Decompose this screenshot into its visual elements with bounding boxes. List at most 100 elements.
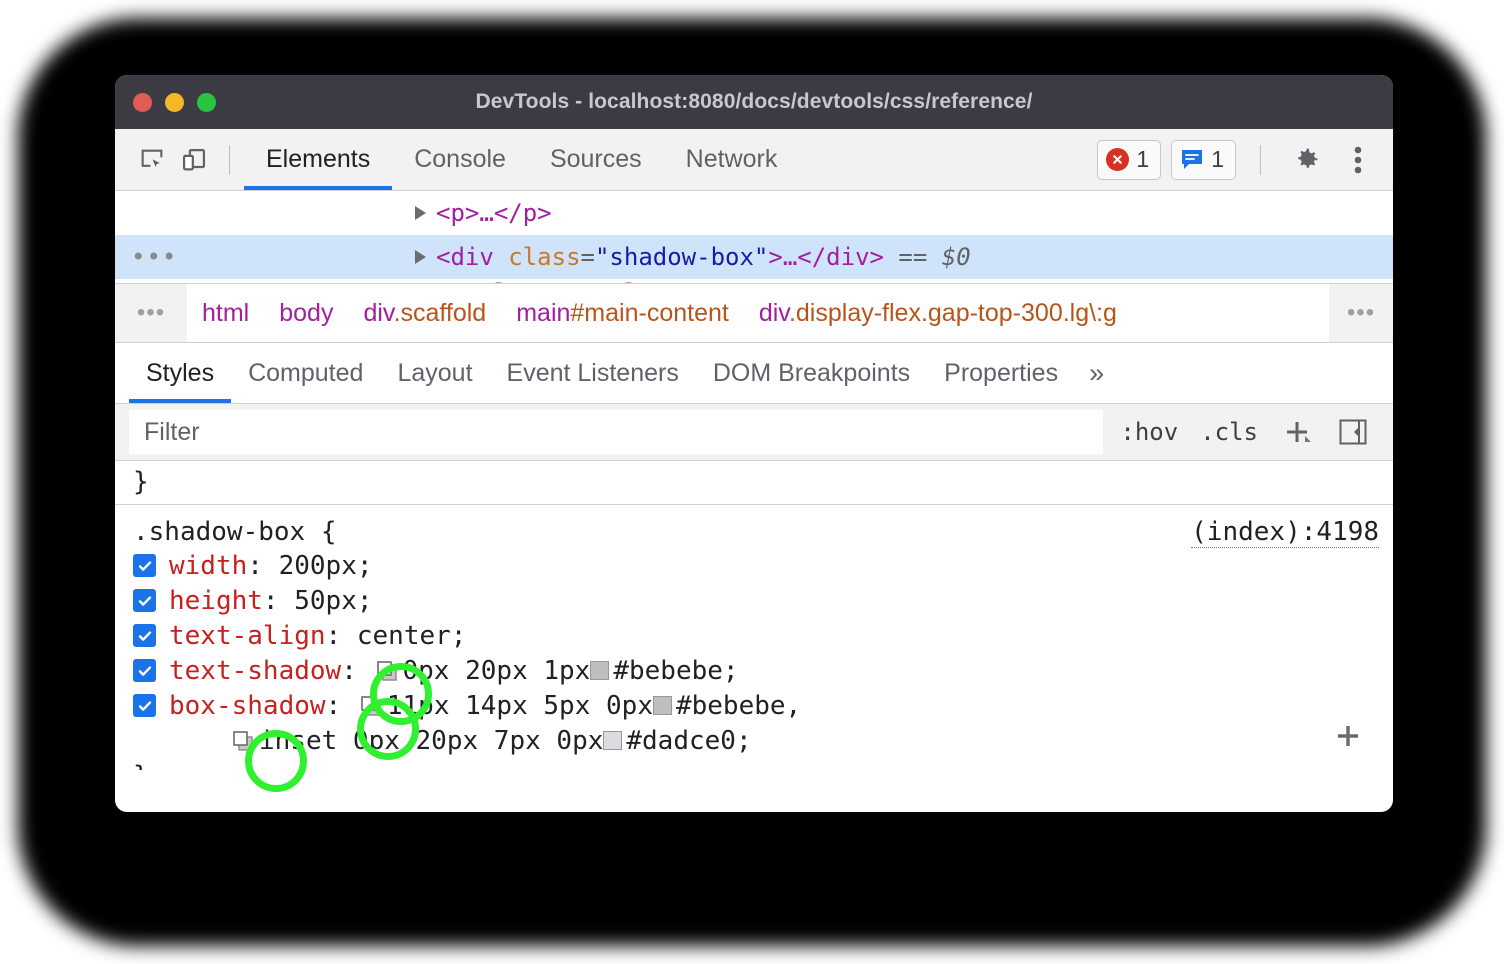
breadcrumb-item-div-display-flex[interactable]: div.display-flex.gap-top-300.lg\:g xyxy=(744,299,1132,328)
color-swatch[interactable] xyxy=(603,731,622,750)
declaration-checkbox[interactable] xyxy=(133,659,156,682)
breadcrumb-item-main-content[interactable]: main#main-content xyxy=(501,299,744,328)
declaration-property[interactable]: height xyxy=(169,586,263,616)
styles-filter-bar: Filter :hov .cls xyxy=(115,404,1393,461)
dom-row-markup: <div class="shadow-box">…</div> == $0 xyxy=(436,243,971,271)
search-input[interactable]: Filter xyxy=(129,410,1103,454)
declaration-height[interactable]: height: 50px; xyxy=(115,583,1393,618)
declaration-value[interactable]: 200px; xyxy=(279,551,373,581)
tab-event-listeners[interactable]: Event Listeners xyxy=(490,343,696,403)
declaration-color-value[interactable]: #bebebe, xyxy=(676,691,801,721)
breadcrumb-tag: body xyxy=(279,299,333,327)
declaration-width[interactable]: width: 200px; xyxy=(115,548,1393,583)
panel-tab-list: Elements Console Sources Network xyxy=(244,129,799,190)
breadcrumb-tag: div xyxy=(759,299,789,327)
declaration-checkbox[interactable] xyxy=(133,694,156,717)
message-icon xyxy=(1180,149,1204,170)
tab-network[interactable]: Network xyxy=(664,129,800,190)
declaration-checkbox[interactable] xyxy=(133,624,156,647)
declaration-checkbox[interactable] xyxy=(133,554,156,577)
gear-icon[interactable] xyxy=(1285,139,1327,181)
screenshot-stage: DevTools - localhost:8080/docs/devtools/… xyxy=(0,0,1504,964)
breadcrumb-overflow-right[interactable]: ••• xyxy=(1329,284,1393,342)
tab-properties[interactable]: Properties xyxy=(927,343,1075,403)
shadow-editor-icon[interactable] xyxy=(359,694,383,718)
inspect-element-icon[interactable] xyxy=(131,139,173,181)
tab-sources[interactable]: Sources xyxy=(528,129,664,190)
declaration-value-text[interactable]: inset 0px 20px 7px 0px xyxy=(259,726,603,756)
devtools-window: DevTools - localhost:8080/docs/devtools/… xyxy=(115,75,1393,812)
message-counter-button[interactable]: 1 xyxy=(1171,140,1236,180)
declaration-checkbox[interactable] xyxy=(133,589,156,612)
color-swatch[interactable] xyxy=(653,696,672,715)
declaration-box-shadow[interactable]: box-shadow: 11px 14px 5px 0px #bebebe, xyxy=(115,688,1393,723)
expand-triangle-icon[interactable] xyxy=(415,250,426,264)
rule-selector[interactable]: .shadow-box { xyxy=(133,517,337,547)
traffic-light-buttons xyxy=(133,75,216,129)
breadcrumb-overflow-left[interactable]: ••• xyxy=(115,284,187,342)
maximize-window-button[interactable] xyxy=(197,93,216,112)
declaration-value[interactable]: 50px; xyxy=(294,586,372,616)
tab-event-listeners-label: Event Listeners xyxy=(507,359,679,388)
error-count: 1 xyxy=(1136,146,1149,173)
rule-origin-link[interactable]: (index):4198 xyxy=(1191,517,1379,548)
declaration-property[interactable]: text-shadow xyxy=(169,656,341,686)
breadcrumb-selector: .display-flex.gap-top-300.lg\:g xyxy=(789,299,1117,327)
breadcrumb-tag: main xyxy=(516,299,570,327)
error-counter-button[interactable]: 1 xyxy=(1097,140,1161,180)
toolbar-divider xyxy=(229,145,230,175)
toggle-hover-state-button[interactable]: :hov xyxy=(1109,418,1189,446)
error-icon xyxy=(1106,148,1129,171)
breadcrumb-item-html[interactable]: html xyxy=(187,299,264,328)
styles-rules-pane[interactable]: } .shadow-box { (index):4198 width: 200p… xyxy=(115,461,1393,770)
plus-icon[interactable] xyxy=(1269,415,1325,449)
shadow-editor-icon[interactable] xyxy=(231,729,255,753)
add-property-icon[interactable] xyxy=(1331,719,1365,760)
tab-computed[interactable]: Computed xyxy=(231,343,380,403)
shadow-editor-icon[interactable] xyxy=(375,659,399,683)
toggle-sidebar-icon[interactable] xyxy=(1325,415,1381,449)
minimize-window-button[interactable] xyxy=(165,93,184,112)
breadcrumb-selector: #main-content xyxy=(570,299,728,327)
search-input-placeholder: Filter xyxy=(144,418,200,447)
breadcrumb-item-body[interactable]: body xyxy=(264,299,348,328)
filter-actions: :hov .cls xyxy=(1103,415,1393,449)
tab-styles[interactable]: Styles xyxy=(129,343,231,403)
more-tabs-icon[interactable]: » xyxy=(1075,358,1118,389)
tab-elements[interactable]: Elements xyxy=(244,129,392,190)
tab-dom-breakpoints[interactable]: DOM Breakpoints xyxy=(696,343,927,403)
declaration-value[interactable]: center; xyxy=(357,621,467,651)
dom-row-p[interactable]: <p>…</p> xyxy=(115,191,1393,235)
declaration-box-shadow-second-layer[interactable]: inset 0px 20px 7px 0px #dadce0; xyxy=(115,723,1393,758)
dom-row-content: <p>…</p> xyxy=(115,199,552,227)
dom-row-markup: <p>…</p> xyxy=(436,199,552,227)
declaration-property[interactable]: width xyxy=(169,551,247,581)
declaration-text-shadow[interactable]: text-shadow: 0px 20px 1px #bebebe; xyxy=(115,653,1393,688)
declaration-value-text[interactable]: 11px 14px 5px 0px xyxy=(387,691,653,721)
dom-tree[interactable]: <p>…</p> ••• <div class="shadow-box">…</… xyxy=(115,191,1393,283)
more-vertical-icon[interactable] xyxy=(1337,139,1379,181)
dom-row-shadow-box[interactable]: ••• <div class="shadow-box">…</div> == $… xyxy=(115,235,1393,279)
dom-row-overflow-dots[interactable]: ••• xyxy=(131,245,177,269)
tab-properties-label: Properties xyxy=(944,359,1058,388)
declaration-property[interactable]: text-align xyxy=(169,621,326,651)
toggle-element-classes-button[interactable]: .cls xyxy=(1189,418,1269,446)
toolbar-right-group: 1 1 xyxy=(1097,139,1379,181)
toolbar-divider-right xyxy=(1260,145,1261,175)
hov-label: :hov xyxy=(1120,418,1178,446)
declaration-color-value[interactable]: #dadce0; xyxy=(626,726,751,756)
close-window-button[interactable] xyxy=(133,93,152,112)
tab-console[interactable]: Console xyxy=(392,129,528,190)
css-rule-shadow-box: .shadow-box { (index):4198 width: 200px;… xyxy=(115,505,1393,770)
declaration-text-align[interactable]: text-align: center; xyxy=(115,618,1393,653)
declaration-property[interactable]: box-shadow xyxy=(169,691,326,721)
breadcrumb-tag: html xyxy=(202,299,249,327)
device-toolbar-icon[interactable] xyxy=(173,139,215,181)
tab-layout[interactable]: Layout xyxy=(380,343,489,403)
tab-layout-label: Layout xyxy=(397,359,472,388)
declaration-color-value[interactable]: #bebebe; xyxy=(613,656,738,686)
color-swatch[interactable] xyxy=(590,661,609,680)
breadcrumb-item-div-scaffold[interactable]: div.scaffold xyxy=(348,299,501,328)
declaration-value-text[interactable]: 0px 20px 1px xyxy=(403,656,591,686)
expand-triangle-icon[interactable] xyxy=(415,206,426,220)
